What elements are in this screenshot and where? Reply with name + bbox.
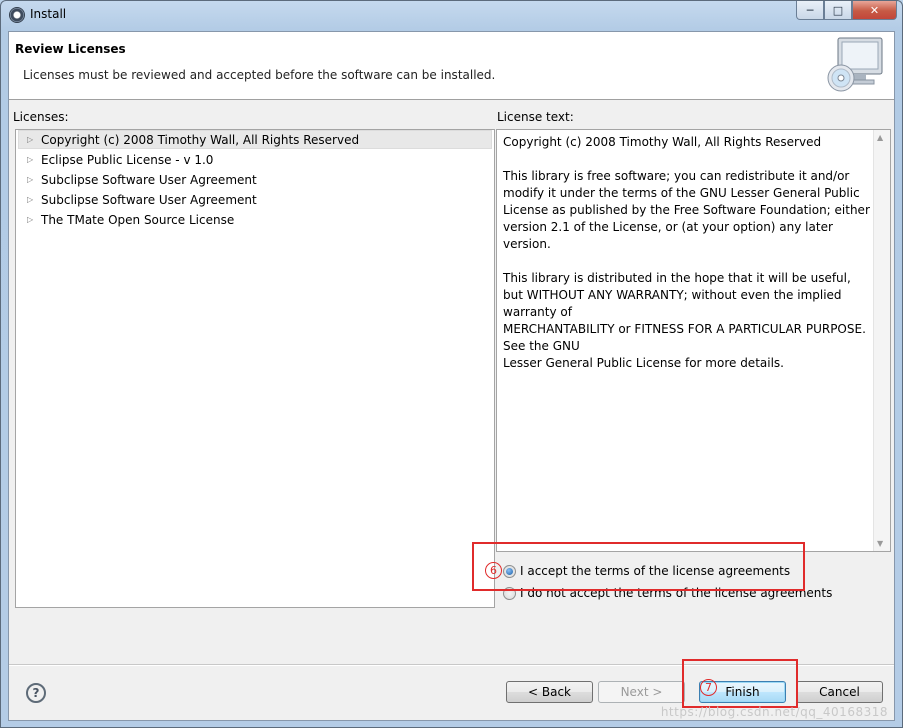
cancel-button[interactable]: Cancel	[796, 681, 883, 703]
install-cd-monitor-icon	[827, 37, 883, 92]
license-paragraph: Copyright (c) 2008 Timothy Wall, All Rig…	[503, 135, 822, 149]
license-paragraph: This library is free software; you can r…	[503, 169, 870, 251]
back-button[interactable]: < Back	[506, 681, 593, 703]
close-button[interactable]: ✕	[852, 1, 897, 20]
window-controls: ─ □ ✕	[796, 1, 897, 21]
tree-item-label: Subclipse Software User Agreement	[41, 173, 257, 187]
expand-arrow-icon[interactable]: ▷	[27, 210, 33, 230]
tree-item-license[interactable]: ▷ Copyright (c) 2008 Timothy Wall, All R…	[16, 130, 494, 150]
page-description: Licenses must be reviewed and accepted b…	[23, 68, 496, 82]
annotation-box-step6	[472, 542, 805, 591]
help-icon[interactable]: ?	[26, 683, 46, 703]
license-text-label: License text:	[497, 110, 574, 124]
tree-item-label: Copyright (c) 2008 Timothy Wall, All Rig…	[41, 133, 360, 147]
dialog-client: Review Licenses Licenses must be reviewe…	[8, 31, 895, 721]
scroll-up-icon[interactable]: ▲	[877, 133, 883, 142]
license-text-content: Copyright (c) 2008 Timothy Wall, All Rig…	[503, 134, 871, 389]
tree-item-license[interactable]: ▷ Subclipse Software User Agreement	[16, 170, 494, 190]
next-button[interactable]: Next >	[598, 681, 685, 703]
annotation-number-7: 7	[700, 679, 717, 696]
licenses-label: Licenses:	[13, 110, 69, 124]
licenses-tree[interactable]: ▷ Copyright (c) 2008 Timothy Wall, All R…	[15, 129, 495, 608]
window-title: Install	[30, 7, 67, 21]
maximize-button[interactable]: □	[824, 1, 852, 20]
expand-arrow-icon[interactable]: ▷	[27, 130, 33, 150]
license-text-area[interactable]: Copyright (c) 2008 Timothy Wall, All Rig…	[496, 129, 891, 552]
wizard-header: Review Licenses Licenses must be reviewe…	[9, 32, 894, 100]
tree-item-label: The TMate Open Source License	[41, 213, 235, 227]
install-window: Install ─ □ ✕ Review Licenses Licenses m…	[0, 0, 903, 728]
expand-arrow-icon[interactable]: ▷	[27, 190, 33, 210]
tree-item-license[interactable]: ▷ The TMate Open Source License	[16, 210, 494, 230]
expand-arrow-icon[interactable]: ▷	[27, 150, 33, 170]
tree-item-label: Subclipse Software User Agreement	[41, 193, 257, 207]
page-title: Review Licenses	[15, 42, 126, 56]
expand-arrow-icon[interactable]: ▷	[27, 170, 33, 190]
license-paragraph: This library is distributed in the hope …	[503, 271, 866, 370]
license-text-scrollbar[interactable]: ▲ ▼	[873, 130, 890, 551]
annotation-box-step7	[682, 659, 798, 708]
minimize-button[interactable]: ─	[796, 1, 824, 20]
scroll-down-icon[interactable]: ▼	[877, 539, 883, 548]
tree-item-label: Eclipse Public License - v 1.0	[41, 153, 214, 167]
tree-item-license[interactable]: ▷ Eclipse Public License - v 1.0	[16, 150, 494, 170]
annotation-number-6: 6	[485, 562, 502, 579]
watermark-text: https://blog.csdn.net/qq_40168318	[660, 705, 888, 719]
eclipse-app-icon	[9, 7, 25, 23]
title-bar[interactable]: Install ─ □ ✕	[1, 1, 902, 29]
tree-item-license[interactable]: ▷ Subclipse Software User Agreement	[16, 190, 494, 210]
